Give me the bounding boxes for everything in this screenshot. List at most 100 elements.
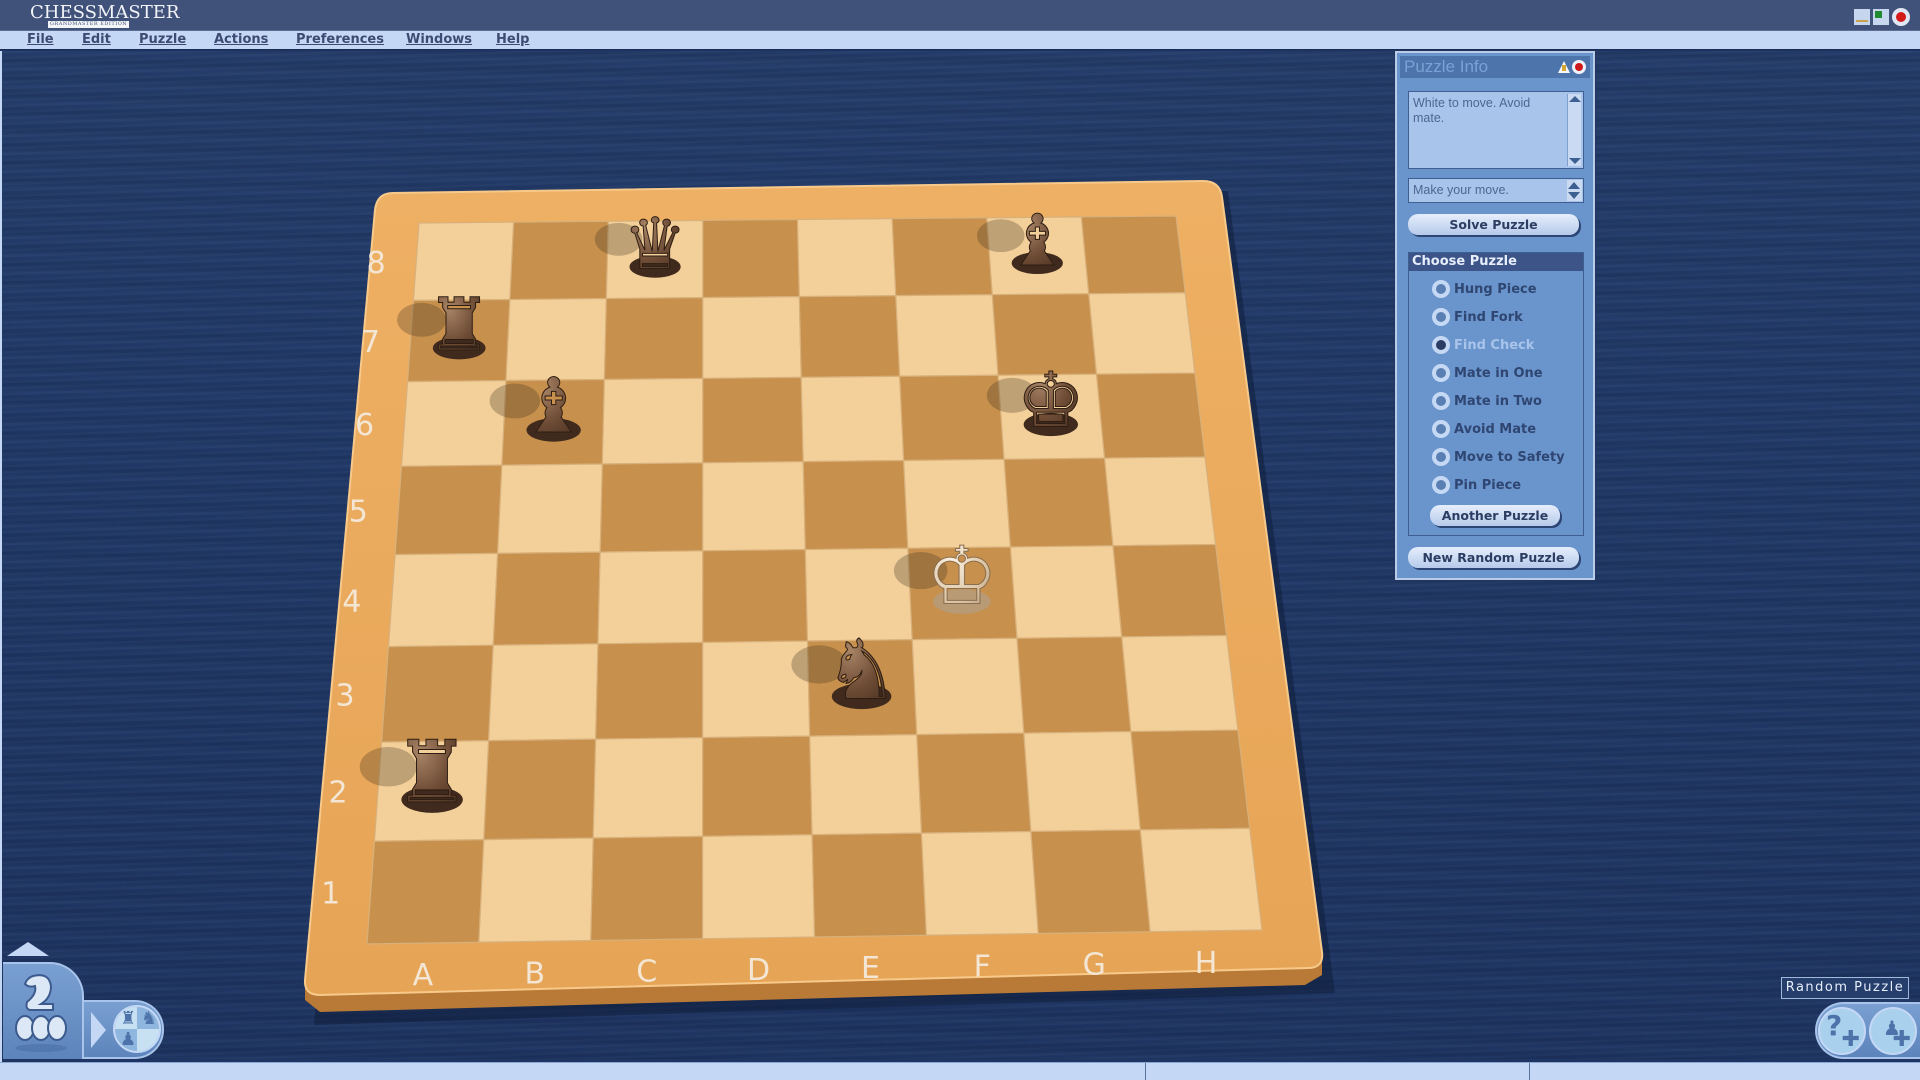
square-g2[interactable]: [1023, 730, 1141, 833]
square-a5[interactable]: [394, 464, 503, 556]
square-h4[interactable]: [1112, 543, 1228, 638]
solve-puzzle-button[interactable]: Solve Puzzle: [1408, 214, 1579, 235]
square-b1[interactable]: [478, 837, 594, 943]
expand-arrow-icon[interactable]: [91, 1012, 106, 1048]
warning-icon[interactable]: [1558, 61, 1570, 73]
square-d6[interactable]: [702, 376, 804, 464]
radio-button[interactable]: [1432, 420, 1450, 438]
square-h1[interactable]: [1139, 827, 1263, 933]
square-c5[interactable]: [599, 462, 704, 553]
option-pin-piece[interactable]: Pin Piece: [1432, 475, 1521, 495]
radio-button-selected[interactable]: [1432, 336, 1450, 354]
square-g3[interactable]: [1016, 636, 1132, 734]
square-d1[interactable]: [702, 834, 816, 940]
square-c7[interactable]: [603, 296, 704, 381]
rank-label: 6: [355, 408, 374, 443]
scroll-up-icon[interactable]: [1569, 96, 1581, 102]
square-h2[interactable]: [1130, 729, 1251, 831]
square-b2[interactable]: [483, 738, 597, 841]
square-h8[interactable]: [1080, 215, 1186, 295]
square-c2[interactable]: [592, 736, 704, 839]
square-g1[interactable]: [1030, 829, 1151, 935]
square-h5[interactable]: [1103, 456, 1217, 547]
option-avoid-mate[interactable]: Avoid Mate: [1432, 419, 1536, 439]
option-find-check[interactable]: Find Check: [1432, 335, 1534, 355]
spinner-down-icon[interactable]: [1568, 192, 1580, 199]
square-f3[interactable]: [911, 637, 1025, 736]
piece-glyph: ♞: [824, 621, 898, 718]
chess-board[interactable]: 8 7 6 5 4 3 2 1 A B C D E F G H ♛ ♝ ♜ ♝ ♚♔ ♞ ♜: [0, 0, 1920, 1080]
radio-button[interactable]: [1432, 308, 1450, 326]
square-a6[interactable]: [400, 379, 507, 467]
radio-button[interactable]: [1432, 364, 1450, 382]
square-d2[interactable]: [702, 735, 813, 837]
option-label: Avoid Mate: [1454, 421, 1537, 437]
option-label: Move to Safety: [1454, 449, 1565, 465]
square-b3[interactable]: [487, 643, 599, 742]
square-h7[interactable]: [1088, 292, 1196, 375]
option-hung-piece[interactable]: Hung Piece: [1432, 279, 1537, 299]
mentor-tab[interactable]: [3, 962, 84, 1059]
square-d4[interactable]: [702, 548, 809, 644]
square-b5[interactable]: [497, 463, 603, 554]
radio-button[interactable]: [1432, 280, 1450, 298]
rank-label: 2: [328, 776, 347, 811]
square-e2[interactable]: [809, 733, 923, 836]
option-mate-in-one[interactable]: Mate in One: [1432, 363, 1543, 383]
square-c3[interactable]: [595, 641, 704, 740]
square-b4[interactable]: [492, 551, 601, 646]
square-f8[interactable]: [891, 217, 993, 297]
puzzle-info-panel: Puzzle Info White to move. Avoid mate. M…: [1395, 51, 1595, 580]
file-label: C: [636, 955, 657, 990]
square-c6[interactable]: [601, 377, 704, 465]
description-scrollbar[interactable]: [1567, 94, 1581, 166]
square-h3[interactable]: [1121, 634, 1239, 733]
square-f1[interactable]: [920, 830, 1039, 936]
radio-button[interactable]: [1432, 448, 1450, 466]
square-c1[interactable]: [590, 835, 704, 942]
square-e1[interactable]: [811, 832, 928, 938]
board-mode-icon[interactable]: ♜ ♞ ♟: [113, 1005, 161, 1053]
square-d8[interactable]: [702, 218, 800, 299]
status-segment: [1529, 1063, 1920, 1080]
option-mate-in-two[interactable]: Mate in Two: [1432, 391, 1542, 411]
puzzle-help-icon[interactable]: ? ✚: [1818, 1007, 1866, 1055]
status-bar: [0, 1062, 1920, 1080]
square-d7[interactable]: [702, 296, 802, 380]
spinner-up-icon[interactable]: [1568, 182, 1580, 189]
another-puzzle-button[interactable]: Another Puzzle: [1430, 505, 1560, 526]
square-a1[interactable]: [366, 839, 485, 945]
piece-glyph: ♚: [1017, 355, 1085, 444]
file-label: F: [974, 949, 991, 984]
rank-label: 3: [335, 678, 354, 713]
move-spinner[interactable]: [1567, 180, 1582, 201]
radio-button[interactable]: [1432, 392, 1450, 410]
new-random-puzzle-button[interactable]: New Random Puzzle: [1408, 547, 1579, 568]
square-b8[interactable]: [509, 220, 609, 301]
piece-glyph: ♜: [394, 723, 471, 823]
square-g5[interactable]: [1003, 457, 1114, 548]
square-d3[interactable]: [702, 640, 811, 739]
square-f2[interactable]: [916, 732, 1032, 834]
square-e6[interactable]: [800, 375, 905, 463]
square-e5[interactable]: [802, 459, 909, 551]
scroll-down-icon[interactable]: [1569, 158, 1581, 164]
square-g4[interactable]: [1009, 545, 1123, 639]
square-f6[interactable]: [899, 374, 1005, 462]
square-d5[interactable]: [702, 461, 806, 552]
panel-title: Puzzle Info: [1404, 57, 1489, 76]
square-h6[interactable]: [1095, 372, 1206, 459]
option-move-to-safety[interactable]: Move to Safety: [1432, 447, 1565, 467]
panel-close-icon[interactable]: [1572, 60, 1586, 74]
square-a4[interactable]: [387, 552, 499, 648]
panel-header[interactable]: Puzzle Info: [1400, 56, 1590, 78]
radio-button[interactable]: [1432, 476, 1450, 494]
square-e7[interactable]: [798, 295, 901, 378]
option-find-fork[interactable]: Find Fork: [1432, 307, 1523, 327]
square-c4[interactable]: [597, 550, 704, 645]
puzzle-pieces-icon[interactable]: ♟ ✚: [1869, 1007, 1917, 1055]
square-e8[interactable]: [796, 218, 897, 298]
board-squares: [366, 215, 1263, 945]
square-f7[interactable]: [895, 294, 999, 377]
expand-up-icon[interactable]: [7, 942, 49, 956]
